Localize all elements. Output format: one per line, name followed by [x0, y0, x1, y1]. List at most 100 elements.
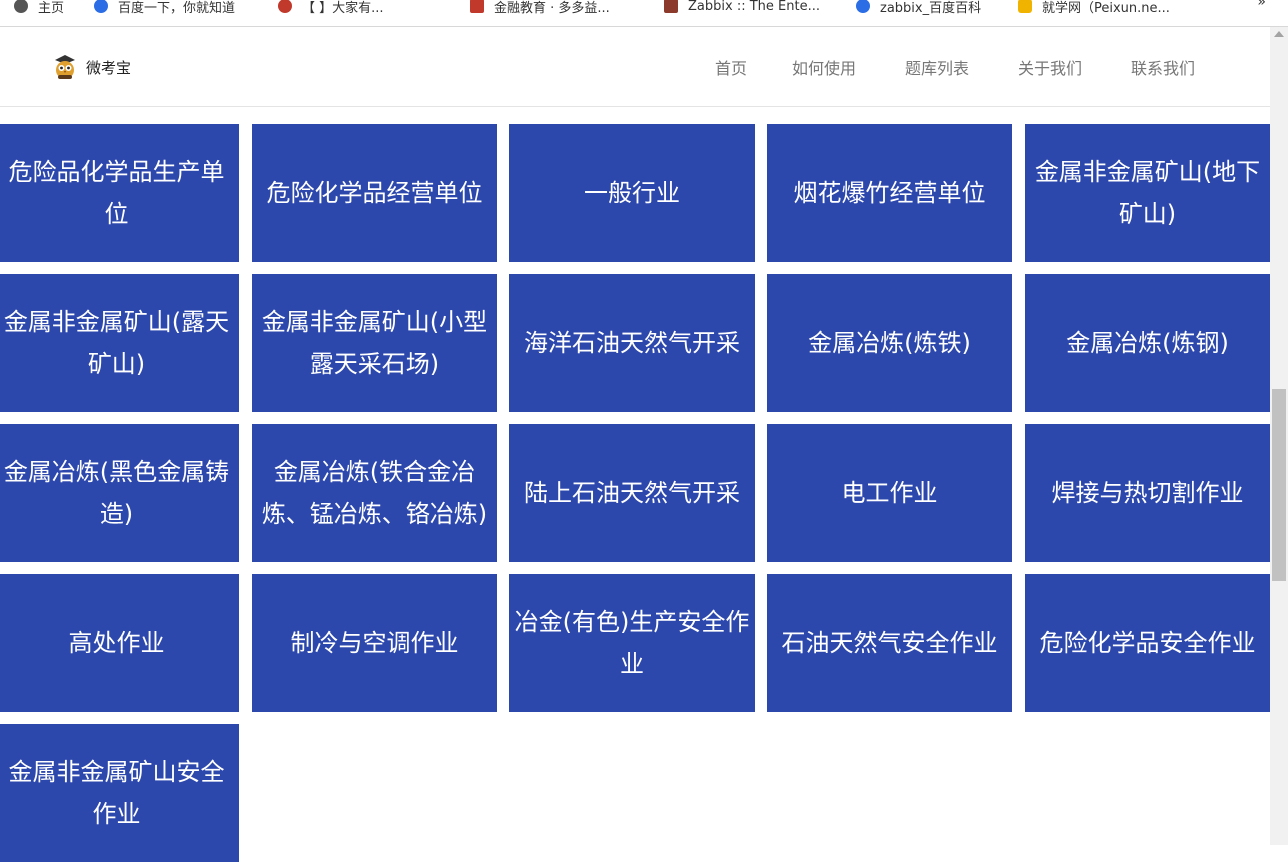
- category-tile-label: 海洋石油天然气开采: [524, 322, 740, 364]
- category-tile[interactable]: 石油天然气安全作业: [767, 574, 1012, 712]
- category-tile-label-line: 金属冶炼(炼钢): [1066, 329, 1229, 357]
- category-tile-label-line: 陆上石油天然气开采: [524, 479, 740, 507]
- category-tile-label-line: 焊接与热切割作业: [1051, 479, 1244, 507]
- category-tile-label: 金属冶炼(炼铁): [808, 322, 971, 364]
- bookmarks-bar: 主页 百度一下，你就知道 【 】大家有... 金融教育 · 多多益... Zab…: [0, 0, 1288, 27]
- category-tile[interactable]: 电工作业: [767, 424, 1012, 562]
- category-tile[interactable]: 金属非金属矿山安全 作业: [0, 724, 239, 862]
- category-tile-label: 危险化学品经营单位: [267, 172, 483, 214]
- category-tile-label-line: 炼、锰冶炼、铬冶炼): [261, 500, 488, 528]
- category-tile-label: 金属非金属矿山(露天 矿山): [4, 301, 229, 385]
- category-tile-label-line: 矿山): [1118, 200, 1177, 228]
- category-tile-label-line: 金属冶炼(铁合金冶: [273, 458, 476, 486]
- category-tile[interactable]: 一般行业: [509, 124, 755, 262]
- scroll-up-arrow-icon[interactable]: [1274, 31, 1284, 37]
- category-tile-label-line: 作业: [92, 800, 141, 828]
- category-tile-label-line: 金属冶炼(黑色金属铸: [3, 458, 230, 486]
- category-tile-label-line: 一般行业: [584, 179, 680, 207]
- category-grid: 危险品化学品生产单位 危险化学品经营单位 一般行业 烟花爆竹经营单位 金属非金属矿山(地…: [0, 124, 1270, 862]
- category-tile[interactable]: 陆上石油天然气开采: [509, 424, 755, 562]
- bookmark-peixun[interactable]: 就学网（Peixun.ne...: [1018, 0, 1170, 17]
- category-tile-label: 石油天然气安全作业: [782, 622, 998, 664]
- nav-about-us[interactable]: 关于我们: [1018, 55, 1082, 79]
- category-tile-label-line: 金属冶炼(炼铁): [808, 329, 971, 357]
- category-tile[interactable]: 危险化学品安全作业: [1025, 574, 1270, 712]
- category-tile-label: 金属非金属矿山安全 作业: [9, 751, 225, 835]
- category-tile-label: 金属非金属矿山(小型 露天采石场): [262, 301, 487, 385]
- scrollbar-thumb[interactable]: [1272, 389, 1286, 581]
- globe-icon: [14, 0, 28, 13]
- category-tile-label-line: 金属非金属矿山安全: [8, 758, 225, 786]
- category-tile-label-line: 危险化学品经营单位: [266, 179, 483, 207]
- peixun-icon: [1018, 0, 1032, 13]
- category-tile-label: 冶金(有色)生产安全作业: [515, 601, 750, 685]
- category-tile-label: 金属冶炼(铁合金冶 炼、锰冶炼、铬冶炼): [262, 451, 487, 535]
- bookmark-baidu[interactable]: 百度一下，你就知道: [94, 0, 235, 17]
- stripes-icon: [470, 0, 484, 13]
- category-tile[interactable]: 危险品化学品生产单位: [0, 124, 239, 262]
- category-tile-label-line: 烟花爆竹经营单位: [793, 179, 986, 207]
- category-tile[interactable]: 金属非金属矿山(露天 矿山): [0, 274, 239, 412]
- category-tile-label-line: 造): [99, 500, 134, 528]
- category-tile[interactable]: 海洋石油天然气开采: [509, 274, 755, 412]
- category-tile-label-line: 矿山): [87, 350, 146, 378]
- page-scrollbar[interactable]: [1270, 27, 1288, 845]
- baidu-paw-icon: [856, 0, 870, 13]
- category-tile[interactable]: 烟花爆竹经营单位: [767, 124, 1012, 262]
- category-tile-label: 烟花爆竹经营单位: [794, 172, 986, 214]
- owl-mascot-icon: [52, 53, 78, 81]
- category-tile-label: 危险品化学品生产单位: [9, 151, 225, 235]
- site-header: 微考宝 首页 如何使用 题库列表 关于我们 联系我们: [0, 27, 1270, 107]
- category-tile[interactable]: 金属冶炼(炼铁): [767, 274, 1012, 412]
- category-tile-label-line: 海洋石油天然气开采: [524, 329, 740, 357]
- category-tile-label-line: 危险品化学品生产单: [8, 158, 225, 186]
- zabbix-icon: [664, 0, 678, 13]
- category-tile-label-line: 露天采石场): [309, 350, 440, 378]
- category-tile-label-line: 高处作业: [68, 629, 165, 657]
- category-tile-label: 一般行业: [584, 172, 680, 214]
- category-tile-label: 金属冶炼(炼钢): [1066, 322, 1229, 364]
- category-tile[interactable]: 焊接与热切割作业: [1025, 424, 1270, 562]
- category-tile-label-line: 金属非金属矿山(地下: [1034, 158, 1261, 186]
- bookmark-finance[interactable]: 金融教育 · 多多益...: [470, 0, 610, 17]
- bookmark-zabbix[interactable]: Zabbix :: The Ente...: [664, 0, 820, 17]
- category-tile-label: 危险化学品安全作业: [1040, 622, 1256, 664]
- bookmark-zabbix-baike[interactable]: zabbix_百度百科: [856, 0, 981, 17]
- category-tile[interactable]: 金属非金属矿山(小型 露天采石场): [252, 274, 497, 412]
- nav-question-bank[interactable]: 题库列表: [905, 55, 969, 79]
- nav-home[interactable]: 首页: [715, 55, 747, 79]
- category-tile[interactable]: 金属冶炼(黑色金属铸 造): [0, 424, 239, 562]
- category-tile-label-line: 金属非金属矿山(露天: [3, 308, 230, 336]
- pound-icon: [278, 0, 292, 13]
- nav-contact-us[interactable]: 联系我们: [1131, 55, 1195, 79]
- category-tile[interactable]: 高处作业: [0, 574, 239, 712]
- category-tile-label: 焊接与热切割作业: [1052, 472, 1244, 514]
- bookmark-forum[interactable]: 【 】大家有...: [278, 0, 384, 17]
- category-tile[interactable]: 金属非金属矿山(地下 矿山): [1025, 124, 1270, 262]
- category-tile-label: 陆上石油天然气开采: [524, 472, 740, 514]
- category-tile[interactable]: 金属冶炼(炼钢): [1025, 274, 1270, 412]
- site-logo[interactable]: 微考宝: [52, 53, 131, 81]
- category-tile[interactable]: 冶金(有色)生产安全作业: [509, 574, 755, 712]
- category-tile-label-line: 制冷与空调作业: [290, 629, 459, 657]
- category-tile-label: 金属非金属矿山(地下 矿山): [1035, 151, 1260, 235]
- category-tile[interactable]: 制冷与空调作业: [252, 574, 497, 712]
- category-tile-label-line: 危险化学品安全作业: [1039, 629, 1256, 657]
- category-tile-label: 电工作业: [842, 472, 938, 514]
- category-tile-label: 金属冶炼(黑色金属铸 造): [4, 451, 229, 535]
- nav-how-to-use[interactable]: 如何使用: [792, 55, 856, 79]
- category-tile[interactable]: 金属冶炼(铁合金冶 炼、锰冶炼、铬冶炼): [252, 424, 497, 562]
- category-tile-label-line: 金属非金属矿山(小型: [261, 308, 488, 336]
- category-tile-label: 高处作业: [69, 622, 165, 664]
- category-tile-label-line: 电工作业: [841, 479, 938, 507]
- baidu-paw-icon: [94, 0, 108, 13]
- category-tile[interactable]: 危险化学品经营单位: [252, 124, 497, 262]
- category-tile-label-line: 石油天然气安全作业: [781, 629, 998, 657]
- category-tile-label: 制冷与空调作业: [291, 622, 459, 664]
- category-tile-label-line: 冶金(有色)生产安全作: [514, 608, 750, 636]
- site-name: 微考宝: [86, 58, 132, 77]
- bookmarks-more-button[interactable]: »: [1257, 0, 1266, 10]
- bookmark-home[interactable]: 主页: [14, 0, 64, 17]
- category-tile-label-line: 业: [619, 650, 644, 678]
- category-tile-label-line: 位: [104, 200, 129, 228]
